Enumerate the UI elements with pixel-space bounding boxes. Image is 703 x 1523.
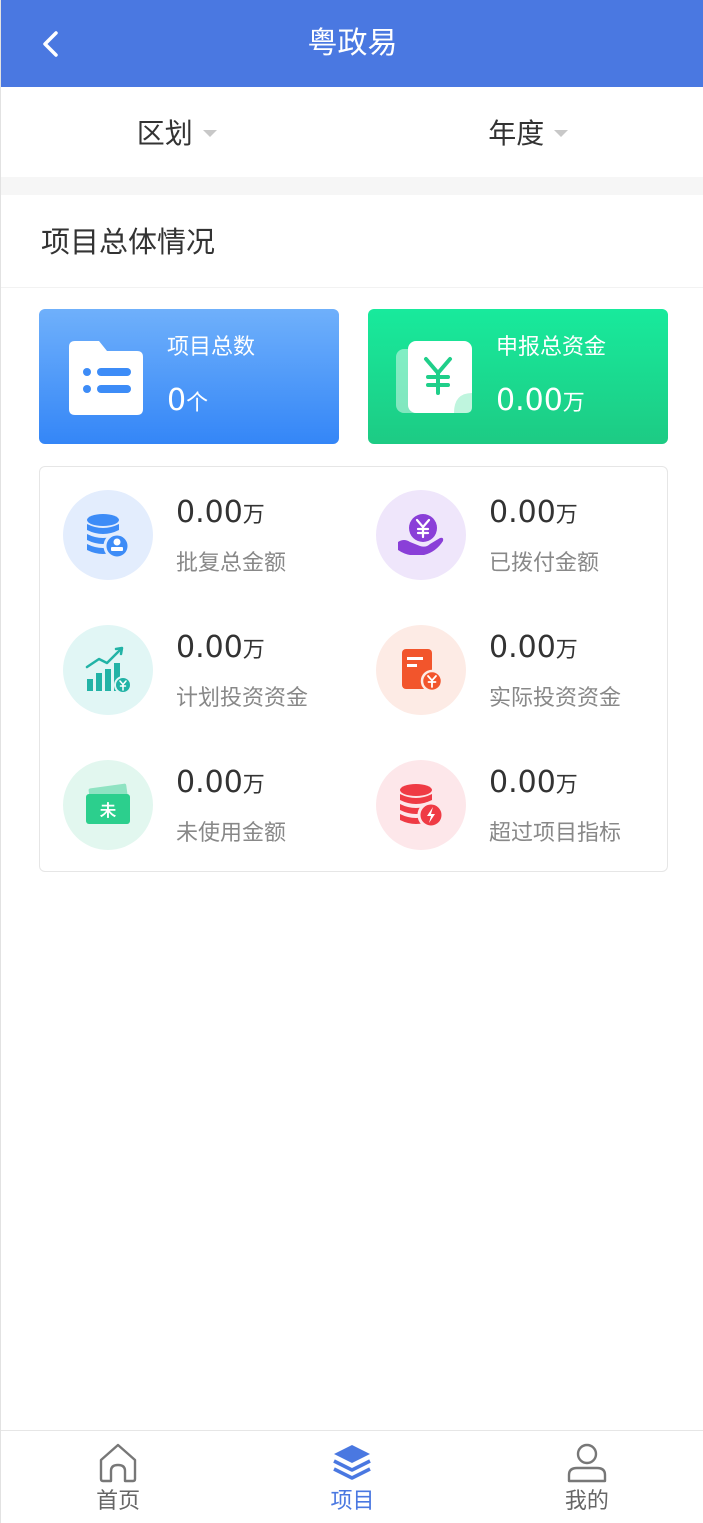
coins-stamp-icon: [87, 514, 131, 560]
disbursed-amount-stat[interactable]: 0.00万 已拨付金额: [353, 467, 653, 580]
page-title: 粤政易: [307, 26, 398, 61]
planned-investment-label: 计划投资资金: [176, 686, 309, 711]
approved-amount-stat[interactable]: 0.00万 批复总金额: [40, 467, 340, 580]
home-icon: [99, 1443, 137, 1483]
tab-home[interactable]: 首页: [1, 1431, 235, 1523]
unused-amount-label: 未使用金额: [176, 821, 287, 846]
declared-funds-value: 0.00万: [496, 383, 585, 418]
declared-funds-card[interactable]: 申报总资金 0.00万: [368, 309, 668, 444]
actual-investment-value: 0.00万: [489, 630, 578, 665]
approved-amount-label: 批复总金额: [176, 551, 287, 576]
unused-amount-value: 0.00万: [176, 765, 265, 800]
tab-mine-label: 我的: [564, 1489, 609, 1514]
over-target-icon-bg: [376, 760, 466, 850]
tab-project[interactable]: 项目: [235, 1431, 469, 1523]
region-filter-label: 区划: [136, 117, 193, 150]
tab-home-label: 首页: [96, 1489, 141, 1514]
hand-yen-icon: [398, 514, 444, 555]
unused-amount-stat[interactable]: 未 0.00万 未使用金额: [40, 737, 340, 850]
project-count-value: 0个: [167, 383, 209, 418]
actual-investment-icon-bg: [376, 625, 466, 715]
project-count-card[interactable]: 项目总数 0个: [39, 309, 339, 444]
divider: [1, 287, 703, 288]
folder-list-icon: [69, 341, 143, 415]
actual-investment-label: 实际投资资金: [489, 686, 622, 711]
unused-ticket-icon: 未: [86, 783, 130, 824]
planned-investment-icon-bg: [63, 625, 153, 715]
declared-funds-label: 申报总资金: [496, 335, 607, 360]
approved-amount-icon-bg: [63, 490, 153, 580]
over-target-stat[interactable]: 0.00万 超过项目指标: [353, 737, 653, 850]
tab-project-label: 项目: [330, 1489, 375, 1514]
layers-icon: [333, 1445, 372, 1480]
disbursed-amount-icon-bg: [376, 490, 466, 580]
user-icon: [567, 1443, 607, 1483]
filter-bar: 区划 年度: [1, 87, 703, 177]
over-target-value: 0.00万: [489, 765, 578, 800]
tab-mine[interactable]: 我的: [470, 1431, 703, 1523]
project-count-label: 项目总数: [167, 335, 256, 360]
caret-down-icon: [202, 129, 217, 137]
caret-down-icon: [554, 129, 569, 137]
stats-panel: 0.00万 批复总金额 0.00万 已拨付金额 0.00万 计划投资资金 0.0…: [39, 466, 668, 872]
disbursed-amount-value: 0.00万: [489, 495, 578, 530]
coins-alert-icon: [400, 784, 445, 829]
navbar: 粤政易: [1, 0, 703, 87]
section-divider: [1, 177, 703, 195]
bottom-tab-bar: 首页 项目 我的: [1, 1430, 703, 1523]
region-filter[interactable]: 区划: [1, 87, 353, 177]
actual-investment-stat[interactable]: 0.00万 实际投资资金: [353, 602, 653, 715]
over-target-label: 超过项目指标: [489, 821, 622, 846]
year-filter-label: 年度: [488, 117, 545, 150]
unused-amount-icon-bg: 未: [63, 760, 153, 850]
planned-investment-stat[interactable]: 0.00万 计划投资资金: [40, 602, 340, 715]
svg-text:未: 未: [99, 801, 116, 820]
approved-amount-value: 0.00万: [176, 495, 265, 530]
growth-chart-icon: [85, 646, 132, 694]
section-title: 项目总体情况: [41, 225, 216, 259]
disbursed-amount-label: 已拨付金额: [489, 551, 600, 576]
year-filter[interactable]: 年度: [353, 87, 703, 177]
planned-investment-value: 0.00万: [176, 630, 265, 665]
yen-document-icon: [396, 341, 472, 413]
receipt-yen-icon: [402, 649, 444, 693]
